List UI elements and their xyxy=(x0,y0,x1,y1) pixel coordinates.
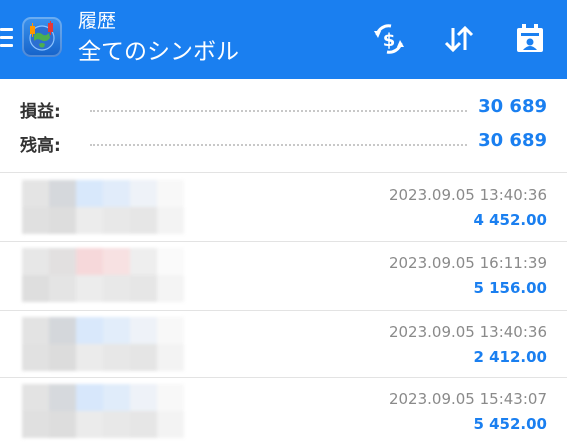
svg-text:$: $ xyxy=(383,30,396,51)
balance-summary-row: 残高: 30 689 xyxy=(0,127,567,161)
deal-row[interactable]: 2023.09.05 13:40:36 4 452.00 xyxy=(0,174,567,242)
blurred-symbol xyxy=(22,317,184,371)
balance-label: 残高: xyxy=(20,136,61,156)
calendar-button[interactable] xyxy=(511,20,549,58)
deal-row[interactable]: 2023.09.05 13:40:36 2 412.00 xyxy=(0,311,567,379)
sort-arrows-icon xyxy=(444,25,474,53)
profit-label: 損益: xyxy=(20,102,61,122)
deal-profit: 5 156.00 xyxy=(473,279,547,297)
dotted-leader xyxy=(90,110,467,112)
symbol-filter[interactable]: 全てのシンボル xyxy=(78,37,239,67)
deal-profit: 2 412.00 xyxy=(473,348,547,366)
blurred-symbol xyxy=(22,248,184,302)
deal-time: 2023.09.05 13:40:36 xyxy=(388,323,547,341)
hamburger-menu-icon[interactable] xyxy=(0,28,14,50)
dotted-leader xyxy=(90,144,467,146)
deal-profit: 4 452.00 xyxy=(473,211,547,229)
deal-time: 2023.09.05 15:43:07 xyxy=(388,390,547,408)
app-header: 履歴 全てのシンボル $ xyxy=(0,0,567,79)
deal-time: 2023.09.05 16:11:39 xyxy=(388,254,547,272)
page-title: 履歴 xyxy=(78,10,117,32)
profit-value: 30 689 xyxy=(478,96,547,117)
app-logo xyxy=(22,17,62,57)
blurred-symbol xyxy=(22,180,184,234)
deal-profit: 5 452.00 xyxy=(473,415,547,433)
calendar-icon xyxy=(517,24,543,52)
divider xyxy=(0,172,567,173)
deal-time: 2023.09.05 13:40:36 xyxy=(388,186,547,204)
deal-row[interactable]: 2023.09.05 15:43:07 5 452.00 xyxy=(0,378,567,446)
balance-value: 30 689 xyxy=(478,130,547,151)
blurred-symbol xyxy=(22,384,184,438)
dollar-refresh-icon: $ xyxy=(374,24,404,54)
deal-row[interactable]: 2023.09.05 16:11:39 5 156.00 xyxy=(0,242,567,310)
deposit-button[interactable]: $ xyxy=(370,20,408,58)
profit-summary-row: 損益: 30 689 xyxy=(0,93,567,127)
sort-button[interactable] xyxy=(440,20,478,58)
